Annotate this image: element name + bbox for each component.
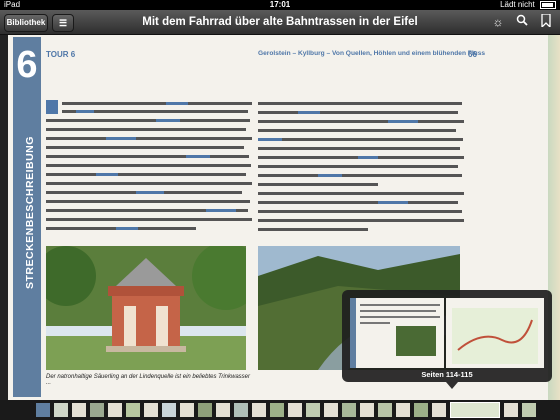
- scrubber-thumb[interactable]: [72, 403, 86, 417]
- chapter-number: 6: [16, 44, 38, 86]
- scrubber-thumb[interactable]: [342, 403, 356, 417]
- search-icon[interactable]: [514, 14, 530, 30]
- bookmark-glyph: [541, 13, 551, 29]
- scrubber-thumb[interactable]: [378, 403, 392, 417]
- scrubber-thumb[interactable]: [504, 403, 518, 417]
- scrubber-thumb[interactable]: [216, 403, 230, 417]
- scrubber-thumb[interactable]: [522, 403, 536, 417]
- scrubber-thumb[interactable]: [432, 403, 446, 417]
- book-title: Mit dem Fahrrad über alte Bahntrassen in…: [142, 16, 418, 28]
- scrubber-current-page[interactable]: [450, 402, 500, 418]
- status-bar: iPad 17:01 Lädt nicht: [0, 0, 560, 10]
- scrubber-thumb[interactable]: [306, 403, 320, 417]
- right-text-lines: [258, 102, 464, 231]
- spine-label: STRECKENBESCHREIBUNG: [24, 136, 36, 289]
- right-page-text: [258, 98, 464, 238]
- preview-page-label: Seiten 114-115: [421, 370, 473, 379]
- scrubber-thumb[interactable]: [144, 403, 158, 417]
- scrubber-thumb[interactable]: [36, 403, 50, 417]
- scrubber-thumb[interactable]: [54, 403, 68, 417]
- right-page-header: Gerolstein – Kyllburg – Von Quellen, Höh…: [258, 50, 486, 57]
- scrubber-thumb[interactable]: [360, 403, 374, 417]
- battery-icon: [540, 0, 556, 9]
- scrubber-thumb[interactable]: [108, 403, 122, 417]
- scrubber-thumb[interactable]: [126, 403, 140, 417]
- pavilion-photo: [46, 246, 246, 370]
- photo-caption: Der natronhaltige Säuerling an der Linde…: [46, 374, 251, 386]
- left-page-text: [46, 98, 252, 238]
- scrubber-thumb[interactable]: [90, 403, 104, 417]
- left-page-header: TOUR 6: [46, 50, 76, 59]
- preview-pointer: [446, 382, 458, 389]
- scrubber-thumb[interactable]: [198, 403, 212, 417]
- page-preview-popup[interactable]: [342, 290, 552, 382]
- scrubber-thumb[interactable]: [252, 403, 266, 417]
- list-icon: ☰: [58, 18, 68, 28]
- pavilion-image: [46, 246, 246, 370]
- toc-button[interactable]: ☰: [52, 14, 74, 32]
- scrubber-thumb[interactable]: [180, 403, 194, 417]
- scrubber-thumb[interactable]: [234, 403, 248, 417]
- page-number: 66: [468, 50, 477, 59]
- library-button[interactable]: Bibliothek: [4, 14, 48, 32]
- clock: 17:01: [269, 0, 291, 9]
- toolbar: Bibliothek ☰ Mit dem Fahrrad über alte B…: [0, 10, 560, 35]
- scrubber-thumb[interactable]: [396, 403, 410, 417]
- preview-thumbnails: [350, 298, 544, 368]
- scrubber-thumb[interactable]: [288, 403, 302, 417]
- brightness-icon[interactable]: ☼: [490, 14, 506, 30]
- left-text-lines: [46, 100, 252, 230]
- search-glyph: [516, 14, 528, 26]
- scrubber-thumb[interactable]: [324, 403, 338, 417]
- charging-label: Lädt nicht: [500, 0, 535, 9]
- status-right: Lädt nicht: [500, 0, 556, 10]
- scrubber-thumb[interactable]: [414, 403, 428, 417]
- bookmark-icon[interactable]: [538, 13, 554, 30]
- scrubber-thumb[interactable]: [162, 403, 176, 417]
- scrubber-thumb[interactable]: [270, 403, 284, 417]
